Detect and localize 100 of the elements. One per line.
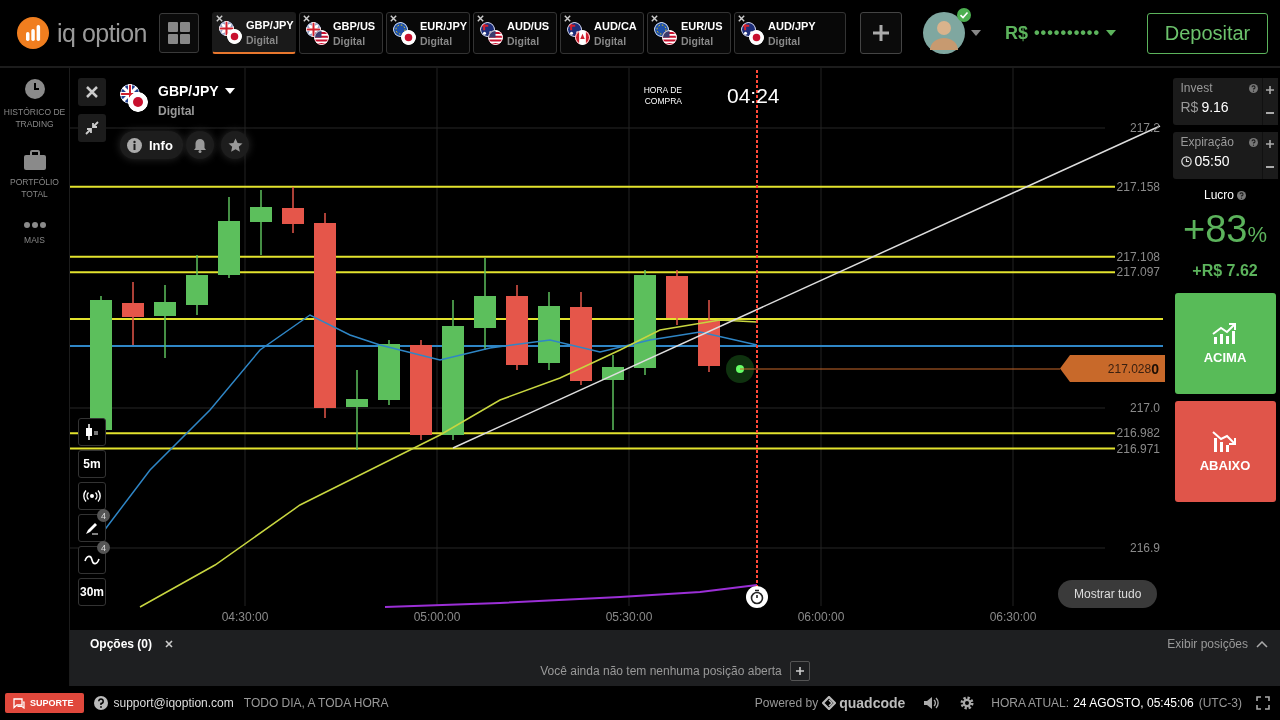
diamond-icon — [822, 696, 837, 710]
close-icon — [563, 14, 572, 23]
pencil-icon — [85, 521, 99, 535]
candle — [250, 189, 272, 256]
flag-icon — [662, 29, 677, 45]
tab-type: Digital — [507, 34, 541, 47]
avatar-icon — [923, 12, 965, 54]
signal-icon — [83, 490, 101, 502]
apps-button[interactable] — [159, 13, 199, 53]
chart-tool-button[interactable] — [78, 482, 106, 510]
help-icon — [1248, 83, 1258, 93]
asset-selector[interactable]: GBP/JPY — [158, 83, 235, 99]
caret-icon — [1106, 30, 1117, 36]
plus-icon — [794, 666, 805, 676]
sidebar-item[interactable]: PORTFÓLIO TOTAL — [3, 176, 66, 200]
add-button[interactable] — [789, 661, 810, 681]
logo-icon — [17, 17, 49, 49]
briefcase-icon — [23, 150, 46, 170]
star-icon — [227, 137, 243, 153]
tab-pair: AUD/CA — [594, 19, 637, 32]
hidden-balance: •••••••••• — [1034, 24, 1101, 42]
tab-pair: GBP/US — [333, 19, 376, 32]
close-icon — [86, 86, 98, 98]
clock-icon — [23, 78, 46, 100]
sidebar-item[interactable]: HISTÓRICO DE TRADING — [3, 106, 66, 130]
timer-icon — [746, 586, 768, 608]
flag-icon — [749, 29, 764, 45]
chart-down-icon — [1212, 430, 1238, 452]
chart-tool-button[interactable] — [78, 546, 106, 574]
current-price-tag: 217.0280 — [1060, 355, 1165, 382]
chart-tool-button[interactable] — [78, 418, 106, 446]
support-email[interactable]: support@iqoption.com — [113, 696, 234, 710]
currency-label: R$ — [1180, 99, 1199, 115]
flag-icon — [575, 29, 590, 45]
asset-tab[interactable]: AUD/CA Digital — [560, 12, 644, 54]
time-label: 06:00:00 — [796, 610, 846, 624]
plus-icon — [1265, 138, 1275, 149]
grid-icon — [168, 22, 190, 44]
tab-pair: GBP/JPY — [246, 19, 294, 31]
show-all-button[interactable]: Mostrar tudo — [1058, 580, 1158, 608]
flag-icon — [128, 92, 148, 112]
tab-pair: AUD/JPY — [768, 19, 816, 32]
asset-tab[interactable]: GBP/JPY Digital — [212, 12, 296, 54]
close-icon — [389, 14, 398, 23]
chart-tool-button[interactable]: 30m — [78, 578, 106, 606]
tab-type: Digital — [681, 34, 715, 47]
flag-icon — [314, 29, 329, 45]
info-button[interactable]: Info — [120, 131, 183, 159]
speaker-icon — [923, 696, 942, 710]
asset-tab[interactable]: EUR/JPY Digital — [386, 12, 470, 54]
expiration-field[interactable]: Expiração 05:50 — [1172, 132, 1278, 179]
invest-field[interactable]: Invest R$ 9.16 — [1172, 78, 1278, 125]
favorite-button[interactable] — [221, 131, 249, 159]
deposit-button[interactable]: Depositar — [1147, 12, 1268, 54]
candle — [186, 254, 208, 316]
balance-currency: R$ — [1005, 22, 1028, 44]
plus-icon — [1265, 84, 1275, 95]
chart-tool-button[interactable] — [78, 514, 106, 542]
candle — [378, 339, 400, 406]
flag-icon — [227, 29, 242, 44]
minus-icon — [1266, 166, 1274, 169]
brand-name: quadcode — [839, 695, 906, 711]
axis-label: 217.097 — [1115, 265, 1160, 280]
powered-by-label: Powered by — [754, 696, 819, 710]
timezone: (UTC-3) — [1198, 696, 1242, 710]
asset-name: GBP/JPY — [158, 83, 219, 99]
chevron-up-icon — [1256, 640, 1268, 648]
chart-tool-button[interactable]: 5m — [78, 450, 106, 478]
options-title: Opções (0) — [90, 637, 152, 651]
put-button[interactable]: ABAIXO — [1174, 401, 1276, 502]
show-positions-button[interactable]: Exibir posições — [1167, 637, 1268, 651]
close-button[interactable] — [78, 78, 106, 106]
tab-pair: EUR/JPY — [420, 19, 468, 32]
wave-icon — [84, 554, 100, 566]
close-icon — [215, 14, 224, 23]
tab-type: Digital — [246, 34, 280, 46]
balance-dropdown[interactable]: R$ •••••••••• — [1005, 22, 1117, 44]
notification-button[interactable] — [186, 131, 214, 159]
close-icon — [476, 14, 485, 23]
tab-pair: EUR/US — [681, 19, 723, 32]
tab-type: Digital — [420, 34, 454, 47]
more-icon — [23, 222, 46, 228]
chart-up-icon — [1212, 322, 1238, 344]
field-label: Expiração — [1180, 135, 1234, 149]
candle — [282, 186, 304, 234]
asset-tab[interactable]: EUR/US Digital — [647, 12, 731, 54]
candle — [666, 269, 688, 326]
clock-icon — [1180, 155, 1192, 167]
asset-tab[interactable]: GBP/US Digital — [299, 12, 383, 54]
info-icon — [127, 137, 142, 153]
support-button[interactable]: SUPORTE — [5, 693, 84, 713]
add-tab-button[interactable] — [860, 12, 902, 54]
bell-icon — [193, 137, 207, 153]
current-time-label: HORA ATUAL: — [991, 696, 1070, 710]
minimize-button[interactable] — [78, 114, 106, 142]
asset-tab[interactable]: AUD/JPY Digital — [734, 12, 846, 54]
axis-label: 217.108 — [1115, 249, 1160, 264]
asset-tab[interactable]: AUD/US Digital — [473, 12, 557, 54]
sidebar-item[interactable]: MAIS — [3, 234, 66, 246]
flag-icon — [488, 29, 503, 45]
